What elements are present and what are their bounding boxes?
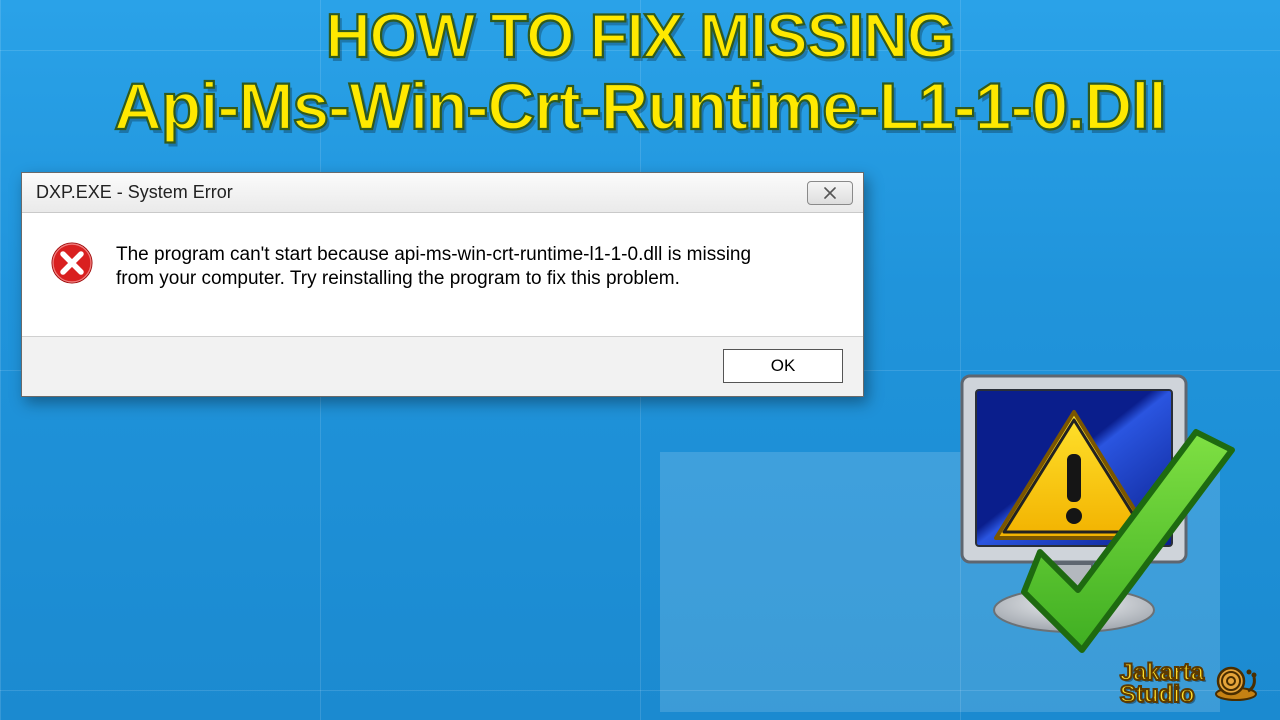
dialog-message: The program can't start because api-ms-w… bbox=[116, 241, 756, 292]
snail-icon bbox=[1212, 661, 1258, 706]
dialog-body: The program can't start because api-ms-w… bbox=[22, 213, 863, 302]
ok-button-label: OK bbox=[771, 356, 796, 376]
brand-logo: Jakarta Studio bbox=[1120, 661, 1258, 706]
close-icon bbox=[823, 187, 837, 199]
brand-name: Jakarta Studio bbox=[1120, 662, 1204, 705]
headline: HOW TO FIX MISSING Api-Ms-Win-Crt-Runtim… bbox=[0, 4, 1280, 142]
headline-line1: HOW TO FIX MISSING bbox=[0, 4, 1280, 71]
monitor-warning-graphic bbox=[904, 352, 1244, 692]
dialog-title: DXP.EXE - System Error bbox=[36, 182, 233, 203]
close-button[interactable] bbox=[807, 181, 853, 205]
error-dialog: DXP.EXE - System Error The program can't… bbox=[21, 172, 864, 397]
dialog-footer: OK bbox=[22, 336, 863, 396]
ok-button[interactable]: OK bbox=[723, 349, 843, 383]
dialog-titlebar[interactable]: DXP.EXE - System Error bbox=[22, 173, 863, 213]
headline-line2: Api-Ms-Win-Crt-Runtime-L1-1-0.Dll bbox=[0, 71, 1280, 142]
error-icon bbox=[50, 241, 94, 290]
